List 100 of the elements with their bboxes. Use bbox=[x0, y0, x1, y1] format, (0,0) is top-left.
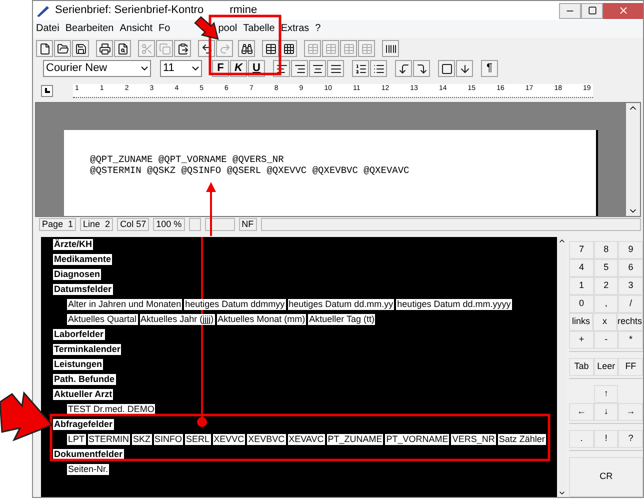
print-button[interactable] bbox=[96, 40, 113, 58]
field-chip[interactable]: SKZ bbox=[132, 434, 152, 445]
scrollbar[interactable] bbox=[557, 237, 568, 497]
square-button[interactable] bbox=[438, 60, 455, 78]
justify-button[interactable] bbox=[327, 60, 344, 78]
keypad-key[interactable]: 2 bbox=[594, 277, 618, 295]
keypad-key[interactable]: FF bbox=[618, 358, 643, 376]
keypad-key[interactable]: 6 bbox=[618, 259, 643, 277]
keypad-key[interactable]: CR bbox=[569, 457, 643, 497]
field-chip[interactable]: Satz Zähler bbox=[498, 434, 546, 445]
maximize-button[interactable] bbox=[581, 2, 603, 19]
keypad-key[interactable]: ← bbox=[569, 403, 594, 421]
align-right-button[interactable] bbox=[291, 60, 308, 78]
paragraph-button[interactable]: ¶ bbox=[481, 60, 498, 78]
status-field: 100 % bbox=[153, 218, 185, 232]
keypad-key[interactable]: . bbox=[569, 430, 594, 448]
status-field: NF bbox=[238, 218, 257, 232]
menu-item[interactable]: Bearbeiten bbox=[65, 21, 114, 36]
field-chip[interactable]: TEST Dr.med. DEMO bbox=[67, 404, 156, 415]
field-chip[interactable]: Seiten-Nr. bbox=[67, 464, 110, 475]
down-arrow-button[interactable] bbox=[456, 60, 473, 78]
keypad-key[interactable]: 9 bbox=[618, 241, 643, 259]
field-chip[interactable]: Aktuelles Quartal bbox=[67, 314, 138, 325]
field-category[interactable]: Medikamente bbox=[53, 254, 112, 265]
table-button[interactable] bbox=[262, 40, 279, 58]
field-category[interactable]: Path. Befunde bbox=[53, 374, 116, 385]
field-chip[interactable]: SINFO bbox=[154, 434, 184, 445]
menu-item[interactable]: Datei bbox=[36, 21, 60, 36]
keypad-key[interactable]: 8 bbox=[594, 241, 618, 259]
field-chip[interactable]: heutiges Datum dd.mm.yy bbox=[288, 299, 394, 310]
field-chip[interactable]: PT_VORNAME bbox=[385, 434, 450, 445]
menu-item[interactable]: Extras bbox=[280, 21, 310, 36]
paste-button[interactable] bbox=[174, 40, 191, 58]
field-chip[interactable]: heutiges Datum ddmmyy bbox=[184, 299, 286, 310]
menu-item[interactable]: pool bbox=[218, 21, 238, 36]
field-chip[interactable]: SERL bbox=[185, 434, 211, 445]
keypad-key[interactable]: 1 bbox=[569, 277, 594, 295]
field-chip[interactable]: PT_ZUNAME bbox=[326, 434, 384, 445]
bullet-list-button[interactable] bbox=[370, 60, 387, 78]
field-chip[interactable]: XEVVC bbox=[212, 434, 246, 445]
close-button[interactable] bbox=[603, 2, 643, 19]
keypad-key[interactable]: → bbox=[618, 403, 643, 421]
keypad-key[interactable]: , bbox=[594, 295, 618, 313]
binoculars-button[interactable] bbox=[238, 40, 255, 58]
field-chip[interactable]: Alter in Jahren und Monaten bbox=[67, 299, 182, 310]
keypad-key[interactable]: ? bbox=[618, 430, 643, 448]
keypad-key[interactable]: Tab bbox=[569, 358, 594, 376]
document-line: @QPT_ZUNAME @QPT_VORNAME @QVERS_NR bbox=[90, 154, 285, 165]
arrow-button[interactable] bbox=[395, 60, 412, 78]
size-select[interactable]: 11 bbox=[160, 60, 202, 78]
field-category[interactable]: Leistungen bbox=[53, 359, 104, 370]
keypad-key[interactable]: Leer bbox=[594, 358, 618, 376]
menu-item[interactable]: Tabelle bbox=[243, 21, 275, 36]
field-chip[interactable]: Aktueller Tag (tt) bbox=[308, 314, 376, 325]
field-chip[interactable]: XEVBVC bbox=[247, 434, 286, 445]
field-chip[interactable]: VERS_NR bbox=[451, 434, 496, 445]
status-field: Page 1 bbox=[39, 218, 76, 232]
field-chip[interactable]: XEVAVC bbox=[288, 434, 325, 445]
keypad-key[interactable]: x bbox=[592, 313, 616, 331]
keypad-key[interactable]: 7 bbox=[569, 241, 594, 259]
keypad-key[interactable]: 5 bbox=[594, 259, 618, 277]
keypad-key[interactable]: links bbox=[569, 313, 593, 331]
keypad-key[interactable]: 4 bbox=[569, 259, 594, 277]
keypad-key[interactable]: 3 bbox=[618, 277, 643, 295]
keypad-key[interactable]: rechts bbox=[616, 313, 644, 331]
field-category[interactable]: Terminkalender bbox=[53, 344, 122, 355]
field-category[interactable]: Dokumentfelder bbox=[53, 449, 124, 460]
numbered-list-button[interactable] bbox=[352, 60, 369, 78]
barcode-button[interactable] bbox=[382, 40, 399, 58]
save-button[interactable] bbox=[72, 40, 89, 58]
field-chip[interactable]: Aktuelles Jahr (jjjj) bbox=[140, 314, 215, 325]
field-chip[interactable]: LPT bbox=[67, 434, 86, 445]
align-center-button[interactable] bbox=[309, 60, 326, 78]
keypad-key[interactable]: / bbox=[618, 295, 643, 313]
keypad-key[interactable]: 0 bbox=[569, 295, 594, 313]
font-select[interactable]: Courier New bbox=[43, 60, 151, 78]
field-category[interactable]: Datumsfelder bbox=[53, 284, 113, 295]
field-category[interactable]: Ärzte/KH bbox=[53, 239, 94, 250]
menu-item[interactable]: Ansicht bbox=[120, 21, 153, 36]
new-file-button[interactable] bbox=[36, 40, 53, 58]
keypad-key[interactable]: + bbox=[569, 331, 594, 349]
folder-button[interactable] bbox=[54, 40, 71, 58]
field-chip[interactable]: Aktuelles Monat (mm) bbox=[216, 314, 306, 325]
menu-item[interactable]: ? bbox=[315, 21, 321, 36]
field-category[interactable]: Abfragefelder bbox=[53, 419, 114, 430]
keypad-key[interactable]: ! bbox=[594, 430, 618, 448]
field-chip[interactable]: STERMIN bbox=[88, 434, 130, 445]
preview-button[interactable] bbox=[114, 40, 131, 58]
field-category[interactable]: Laborfelder bbox=[53, 329, 105, 340]
menu-item[interactable]: Fo bbox=[158, 21, 170, 36]
keypad-key[interactable]: ↓ bbox=[594, 403, 618, 421]
keypad-key[interactable]: - bbox=[594, 331, 618, 349]
arrow-button[interactable] bbox=[413, 60, 430, 78]
field-chip[interactable]: heutiges Datum dd.mm.yyyy bbox=[396, 299, 512, 310]
tab-stop-button[interactable] bbox=[41, 84, 53, 97]
field-category[interactable]: Diagnosen bbox=[53, 269, 102, 280]
keypad-key[interactable]: * bbox=[618, 331, 643, 349]
field-category[interactable]: Aktueller Arzt bbox=[53, 389, 114, 400]
document-line: @QSTERMIN @QSKZ @QSINFO @QSERL @QXEVVC @QXEVBVC @QXEVAVC bbox=[90, 164, 410, 176]
keypad-key[interactable]: ↑ bbox=[594, 385, 618, 403]
